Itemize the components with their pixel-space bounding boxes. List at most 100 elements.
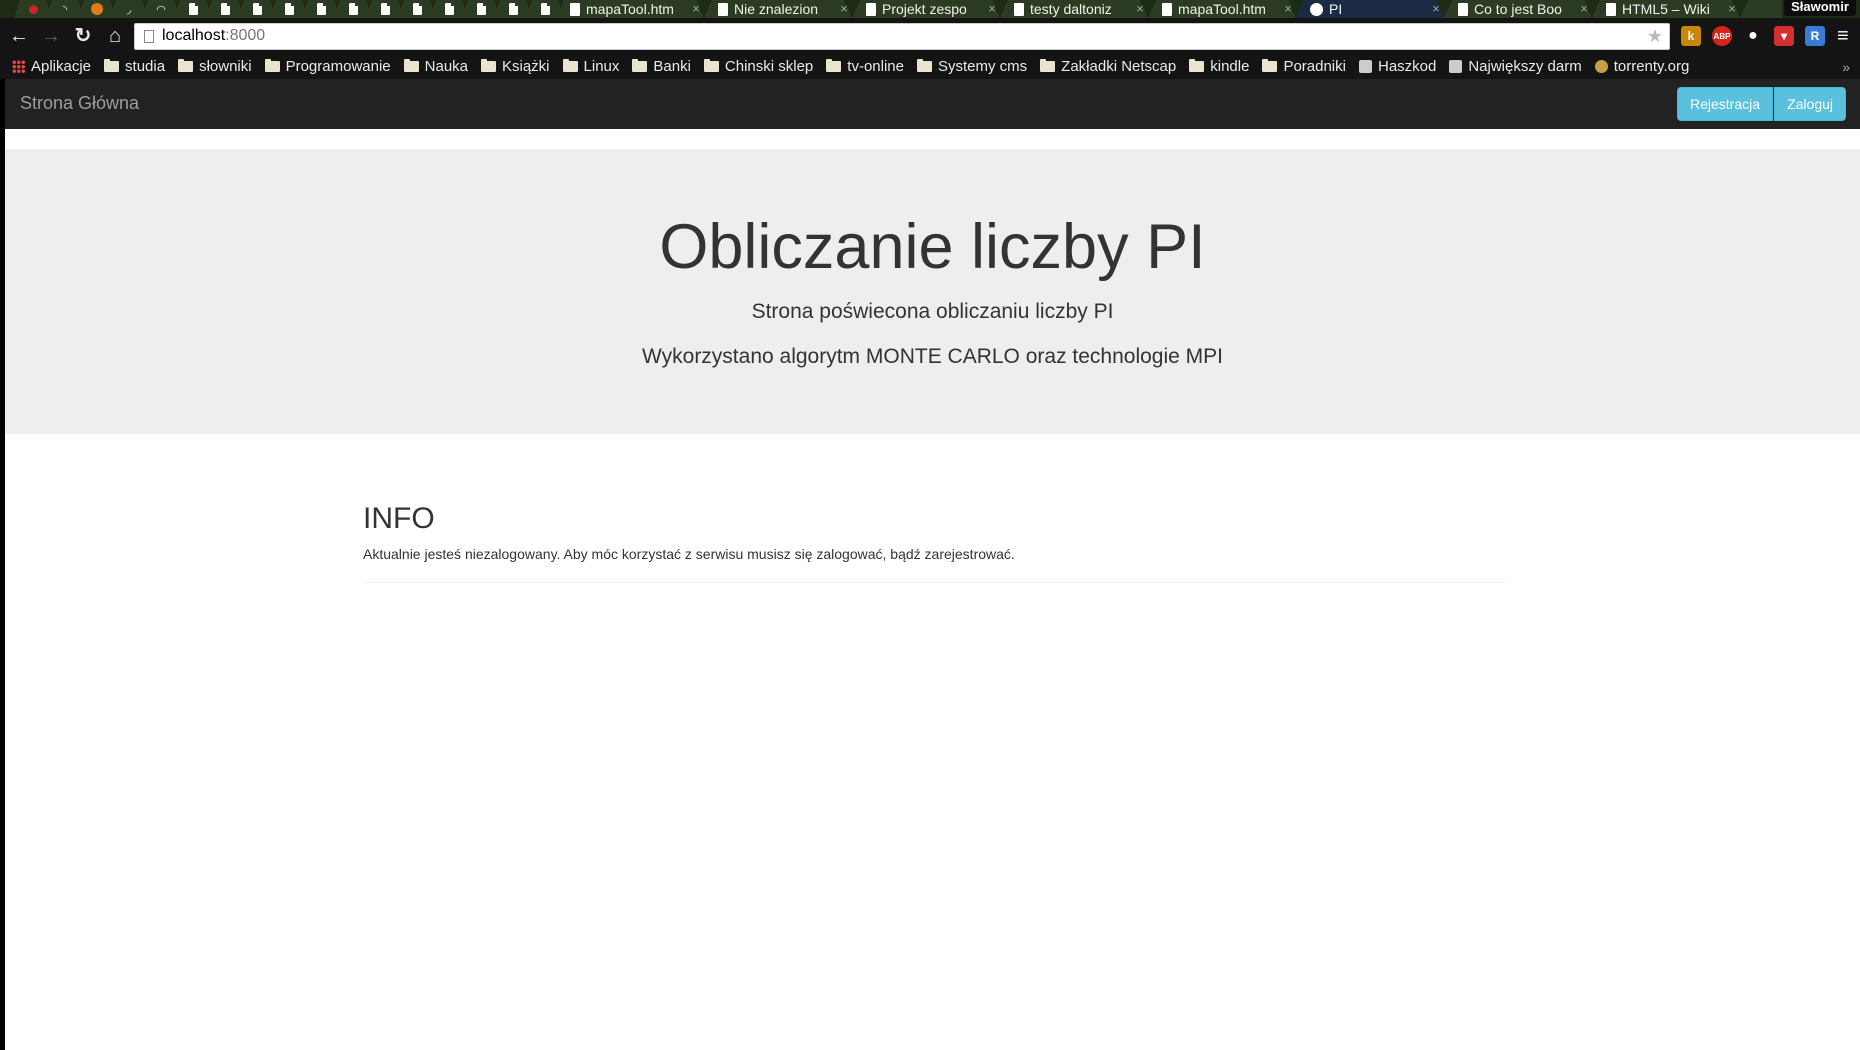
pinned-tab[interactable] (206, 0, 244, 18)
forward-arrow-icon[interactable]: → (38, 23, 64, 49)
pdf-extension-icon[interactable]: ▾ (1774, 26, 1794, 46)
bookmark-link[interactable]: Haszkod (1358, 58, 1437, 75)
folder-icon (562, 59, 578, 72)
bookmark-link[interactable]: torrenty.org (1594, 58, 1690, 75)
back-arrow-icon[interactable]: ← (6, 23, 32, 49)
close-icon[interactable]: × (1280, 1, 1296, 17)
pinned-tab[interactable] (302, 0, 340, 18)
divider (363, 582, 1505, 583)
brand-link[interactable]: Strona Główna (20, 93, 139, 114)
pinned-tab[interactable] (14, 0, 52, 18)
bookmark-folder[interactable]: Zakładki Netscap (1040, 58, 1176, 75)
bookmark-label: Największy darm (1468, 58, 1582, 75)
k-extension-icon[interactable]: k (1681, 26, 1701, 46)
folder-icon (1262, 59, 1278, 72)
tab[interactable]: mapaTool.htm × (556, 0, 704, 18)
page-icon (570, 2, 580, 16)
profile-badge[interactable]: Sławomir (1784, 0, 1856, 16)
pinned-tab[interactable] (398, 0, 436, 18)
page-icon (316, 3, 326, 15)
url-port: :8000 (225, 27, 266, 44)
pinned-tab[interactable] (494, 0, 532, 18)
folder-icon (826, 59, 842, 72)
site-favicon-icon (1449, 60, 1463, 73)
pinned-tab[interactable] (462, 0, 500, 18)
pinned-tab[interactable]: ◞ (110, 0, 148, 18)
new-tab-button[interactable] (1740, 0, 1782, 18)
tab-title: HTML5 – Wiki (1622, 1, 1710, 17)
pinned-tab[interactable] (238, 0, 276, 18)
adblock-icon[interactable]: ABP (1712, 26, 1732, 46)
tab-title: Co to jest Boo (1474, 1, 1562, 17)
close-icon[interactable]: × (1428, 1, 1444, 17)
address-bar[interactable]: localhost:8000 ★ (134, 22, 1670, 50)
bookmark-label: Systemy cms (937, 58, 1028, 75)
close-icon[interactable]: × (1576, 1, 1592, 17)
bookmark-folder[interactable]: tv-online (826, 58, 904, 75)
tab-strip: ◝ ◞ ◠ mapaTool.htm × Nie znalezion × Proje… (0, 0, 1860, 18)
page-icon (718, 2, 728, 16)
folder-icon (481, 59, 496, 72)
chat-bubble-icon[interactable]: ● (1743, 26, 1763, 46)
pinned-tab[interactable]: ◠ (142, 0, 180, 18)
bookmark-apps[interactable]: Aplikacje (12, 58, 91, 75)
close-icon[interactable]: × (984, 1, 1000, 17)
pinned-tab[interactable] (430, 0, 468, 18)
login-button[interactable]: Zaloguj (1774, 87, 1846, 121)
pinned-tab[interactable]: ◝ (46, 0, 84, 18)
page-icon (1162, 2, 1172, 16)
tab[interactable]: Projekt zespo × (852, 0, 1000, 18)
bookmark-folder[interactable]: kindle (1189, 58, 1249, 75)
bookmark-star-icon[interactable]: ★ (1647, 26, 1663, 47)
bookmark-folder[interactable]: Programowanie (264, 58, 391, 75)
torrent-favicon-icon (1594, 60, 1608, 73)
pinned-tab[interactable] (270, 0, 308, 18)
tab[interactable]: Nie znalezion × (704, 0, 852, 18)
tab[interactable]: mapaTool.htm × (1148, 0, 1296, 18)
close-icon[interactable]: × (688, 1, 704, 17)
pinned-tab[interactable] (334, 0, 372, 18)
reload-icon[interactable]: ↻ (70, 23, 96, 49)
register-button[interactable]: Rejestracja (1676, 87, 1773, 121)
bookmark-folder[interactable]: Banki (632, 58, 691, 75)
pinned-tab[interactable] (78, 0, 116, 18)
pinned-tab[interactable] (366, 0, 404, 18)
haszkod-favicon-icon (1358, 60, 1372, 73)
page-icon (188, 3, 198, 15)
bookmark-label: Programowanie (285, 58, 391, 75)
bookmarks-bar: Aplikacje studia słowniki Programowanie … (0, 54, 1860, 79)
bookmarks-overflow-chevron-icon[interactable]: » (1842, 59, 1850, 75)
bookmark-folder[interactable]: Linux (562, 58, 619, 75)
pinned-tab[interactable] (174, 0, 212, 18)
site-navbar: Strona Główna Rejestracja Zaloguj (5, 79, 1860, 129)
page-icon (444, 3, 454, 15)
bookmark-folder[interactable]: Chinski sklep (703, 58, 813, 75)
bookmark-label: kindle (1210, 58, 1250, 75)
close-icon[interactable]: × (836, 1, 852, 17)
bookmark-folder[interactable]: Systemy cms (916, 58, 1028, 75)
tab[interactable]: testy daltoniz × (1000, 0, 1148, 18)
spinner-icon: ◠ (156, 3, 166, 16)
close-icon[interactable]: × (1724, 1, 1740, 17)
bookmark-label: tv-online (847, 58, 904, 75)
bookmark-folder[interactable]: słowniki (178, 58, 252, 75)
tab[interactable]: HTML5 – Wiki × (1592, 0, 1740, 18)
folder-icon (1040, 59, 1056, 72)
bookmark-label: Haszkod (1377, 58, 1437, 75)
bookmark-folder[interactable]: Poradniki (1262, 58, 1346, 75)
page-info-icon[interactable] (144, 29, 154, 43)
folder-icon (916, 59, 932, 72)
bookmark-folder[interactable]: Książki (481, 58, 550, 75)
close-icon[interactable]: × (1132, 1, 1148, 17)
bookmark-link[interactable]: Największy darm (1449, 58, 1582, 75)
home-icon[interactable]: ⌂ (102, 23, 128, 49)
bookmark-folder[interactable]: studia (104, 58, 165, 75)
menu-icon[interactable]: ≡ (1837, 25, 1849, 48)
bookmark-label: torrenty.org (1613, 58, 1690, 75)
tab[interactable]: Co to jest Boo × (1444, 0, 1592, 18)
hero-subtitle: Strona poświecona obliczaniu liczby PI (751, 300, 1114, 323)
r-extension-icon[interactable]: R (1805, 26, 1825, 46)
tab-active[interactable]: PI × (1296, 0, 1444, 18)
page-title: Obliczanie liczby PI (659, 212, 1206, 282)
bookmark-folder[interactable]: Nauka (403, 58, 468, 75)
